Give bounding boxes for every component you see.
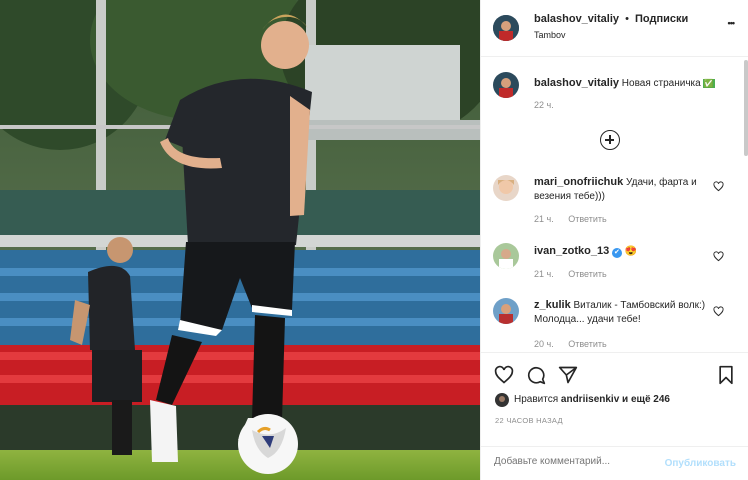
comment-username[interactable]: z_kulik (534, 299, 571, 311)
caption-text: balashov_vitaliy Новая страничка ✅ (534, 76, 716, 91)
comment-text: mari_onofriichuk Удачи, фарта и везения … (534, 175, 716, 204)
comment-username[interactable]: mari_onofriichuk (534, 176, 623, 188)
like-comment-heart-icon[interactable] (713, 306, 724, 317)
comments-scrollbar[interactable] (744, 60, 748, 156)
comment-time[interactable]: 21 ч. (534, 214, 554, 224)
comment-body: 😍 (624, 246, 638, 257)
post-header: balashov_vitaliy • Подписки Tambov ••• (481, 0, 748, 57)
comment-time[interactable]: 21 ч. (534, 269, 554, 279)
comment-text: z_kulik Виталик - Тамбовский волк:) Моло… (534, 298, 716, 327)
commenter-avatar[interactable] (493, 175, 519, 201)
soccer-training-photo (0, 0, 480, 480)
like-comment-heart-icon[interactable] (713, 181, 724, 192)
more-options-icon[interactable]: ••• (728, 18, 736, 28)
post-location[interactable]: Tambov (534, 30, 566, 40)
avatar-image (493, 72, 519, 98)
following-button[interactable]: Подписки (635, 13, 688, 25)
comment-meta: 21 ч. Ответить (534, 214, 619, 224)
header-line: balashov_vitaliy • Подписки (534, 13, 688, 25)
comment-username[interactable]: ivan_zotko_13 (534, 245, 609, 257)
post-photo[interactable] (0, 0, 480, 480)
comment-meta: 20 ч. Ответить (534, 339, 619, 349)
likes-prefix: Нравится (514, 394, 561, 405)
post-actions: Нравится andriisenkiv и ещё 246 22 ЧАСОВ… (481, 352, 748, 480)
checkmark-emoji: ✅ (702, 79, 715, 88)
comment-meta: 21 ч. Ответить (534, 269, 619, 279)
avatar-image (493, 175, 519, 201)
like-heart-icon[interactable] (494, 365, 514, 385)
caption-avatar[interactable] (493, 72, 519, 98)
liker-username[interactable]: andriisenkiv (561, 394, 619, 405)
commenter-avatar[interactable] (493, 243, 519, 269)
caption-time[interactable]: 22 ч. (534, 100, 554, 110)
commenter-avatar[interactable] (493, 298, 519, 324)
add-comment-bar: Опубликовать (481, 446, 748, 480)
save-bookmark-icon[interactable] (716, 365, 736, 385)
comment-input[interactable] (494, 456, 644, 467)
avatar-image (493, 298, 519, 324)
avatar-image (495, 393, 509, 407)
publish-button[interactable]: Опубликовать (665, 458, 736, 469)
avatar-image (493, 243, 519, 269)
caption-meta: 22 ч. (534, 100, 566, 110)
reply-button[interactable]: Ответить (568, 339, 606, 349)
comment-bubble-icon[interactable] (526, 365, 546, 385)
share-paper-plane-icon[interactable] (558, 365, 578, 385)
like-comment-heart-icon[interactable] (713, 251, 724, 262)
likes-summary: Нравится andriisenkiv и ещё 246 (514, 394, 670, 405)
post-timestamp[interactable]: 22 ЧАСОВ НАЗАД (495, 416, 563, 425)
verified-badge-icon: ✔ (611, 248, 622, 258)
caption-body: Новая страничка (621, 78, 701, 89)
header-separator: • (625, 13, 629, 25)
comment-text: ivan_zotko_13 ✔ 😍 (534, 244, 716, 259)
instagram-post-modal: balashov_vitaliy • Подписки Tambov ••• b… (0, 0, 748, 480)
reply-button[interactable]: Ответить (568, 214, 606, 224)
liker-avatar[interactable] (495, 393, 509, 407)
post-sidebar: balashov_vitaliy • Подписки Tambov ••• b… (480, 0, 748, 480)
comment-time[interactable]: 20 ч. (534, 339, 554, 349)
load-more-comments-icon[interactable] (600, 130, 620, 150)
author-avatar[interactable] (493, 15, 519, 41)
reply-button[interactable]: Ответить (568, 269, 606, 279)
caption-username[interactable]: balashov_vitaliy (534, 77, 619, 89)
avatar-image (493, 15, 519, 41)
likes-count[interactable]: и ещё 246 (619, 394, 670, 405)
author-username[interactable]: balashov_vitaliy (534, 13, 619, 25)
